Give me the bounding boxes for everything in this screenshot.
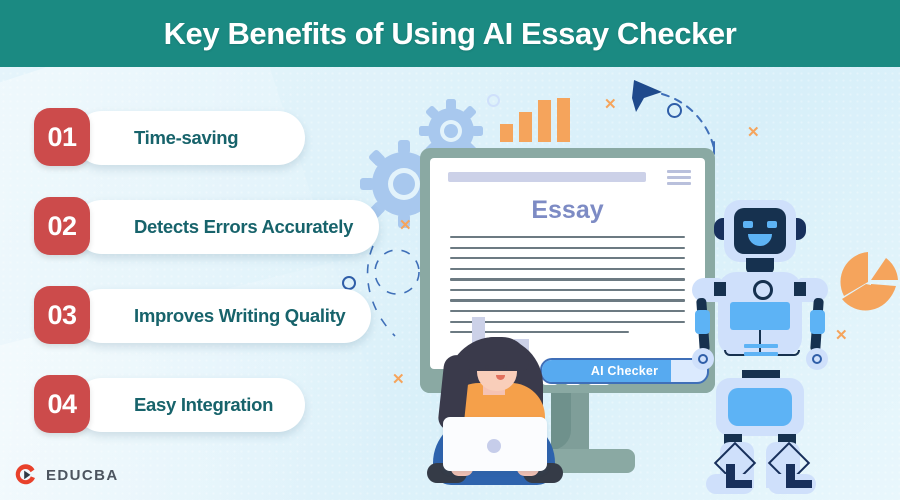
benefit-label-3: Improves Writing Quality (134, 305, 346, 326)
benefit-number-badge-2: 02 (34, 197, 90, 255)
benefit-number-badge-4: 04 (34, 375, 90, 433)
bar-chart-decoration (500, 98, 570, 142)
benefit-row-2[interactable]: 02 Detects Errors Accurately (34, 197, 380, 257)
benefit-label-2: Detects Errors Accurately (134, 216, 354, 237)
benefit-card-2[interactable]: Detects Errors Accurately (75, 200, 380, 254)
woman-eye-left (485, 365, 489, 369)
robot-joint-left (714, 282, 726, 296)
benefit-row-3[interactable]: 03 Improves Writing Quality (34, 286, 374, 346)
robot-hand-left (692, 348, 714, 370)
robot-ankle-bar-right (786, 480, 812, 488)
benefit-row-1[interactable]: 01 Time-saving (34, 108, 374, 168)
benefits-list: 01 Time-saving 02 Detects Errors Accurat… (34, 108, 380, 464)
hamburger-menu-icon (667, 170, 691, 188)
educba-brand-text: EDUCBA (46, 466, 119, 484)
x-mark-5: ✕ (835, 327, 848, 344)
page-title: Key Benefits of Using AI Essay Checker (163, 15, 737, 51)
ring-decoration-2 (487, 94, 500, 107)
essay-text-lines (450, 236, 685, 342)
robot-cuff-right (810, 310, 825, 334)
benefit-card-4[interactable]: Easy Integration (75, 378, 305, 432)
robot-waist-stripes (744, 344, 778, 360)
robot-cuff-left (695, 310, 710, 334)
laptop-logo (487, 439, 501, 453)
x-mark-4: ✕ (392, 371, 405, 388)
robot-face-screen (734, 208, 786, 254)
benefit-card-1[interactable]: Time-saving (75, 111, 305, 165)
benefit-label-1: Time-saving (134, 127, 239, 148)
benefit-card-3[interactable]: Improves Writing Quality (75, 289, 372, 343)
x-mark-3: ✕ (747, 124, 760, 141)
robot-chest-knob (753, 280, 773, 300)
robot-illustration (690, 192, 830, 494)
robot-eye-left (743, 221, 753, 228)
pie-chart-decoration (840, 252, 898, 311)
educba-mark-icon (15, 464, 36, 485)
robot-eye-right (767, 221, 777, 228)
essay-title: Essay (531, 196, 604, 224)
benefit-row-4[interactable]: 04 Easy Integration (34, 375, 374, 435)
robot-hand-right (806, 348, 828, 370)
document-header-bar (448, 172, 646, 182)
robot-ankle-bar-left (726, 480, 752, 488)
ring-decoration-1 (667, 103, 682, 118)
woman-eye-right (503, 365, 507, 369)
header-banner: Key Benefits of Using AI Essay Checker (0, 0, 900, 67)
ai-checker-label: AI Checker (590, 364, 659, 378)
robot-joint-right (794, 282, 806, 296)
benefit-number-badge-3: 03 (34, 286, 90, 344)
robot-chest-panel (730, 302, 790, 330)
robot-pelvis-panel (728, 388, 792, 426)
x-mark-1: ✕ (399, 217, 412, 234)
ai-checker-progress-bar[interactable]: AI Checker (540, 358, 709, 384)
woman-with-laptop-illustration (425, 335, 565, 500)
infographic-canvas: Key Benefits of Using AI Essay Checker ✕… (0, 0, 900, 500)
educba-logo[interactable]: EDUCBA (14, 463, 119, 487)
benefit-number-badge-1: 01 (34, 108, 90, 166)
x-mark-2: ✕ (604, 96, 617, 113)
woman-hair-top (467, 337, 529, 371)
benefit-label-4: Easy Integration (134, 394, 274, 415)
